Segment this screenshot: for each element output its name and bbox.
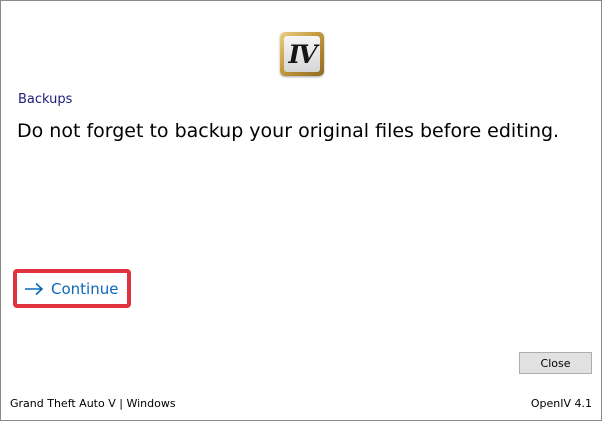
openiv-logo-icon: IV bbox=[280, 32, 324, 76]
app-version-label: OpenIV 4.1 bbox=[530, 397, 592, 410]
continue-label: Continue bbox=[51, 280, 119, 298]
continue-link[interactable]: Continue bbox=[24, 278, 118, 300]
dialog-window: IV Backups Do not forget to backup your … bbox=[0, 0, 602, 421]
arrow-right-icon bbox=[24, 282, 44, 296]
section-title: Backups bbox=[18, 92, 73, 107]
warning-message: Do not forget to backup your original fi… bbox=[17, 120, 560, 142]
logo-glyph: IV bbox=[288, 39, 317, 69]
game-platform-label: Grand Theft Auto V | Windows bbox=[10, 397, 176, 410]
close-button[interactable]: Close bbox=[519, 352, 592, 374]
logo-inner: IV bbox=[284, 36, 320, 72]
